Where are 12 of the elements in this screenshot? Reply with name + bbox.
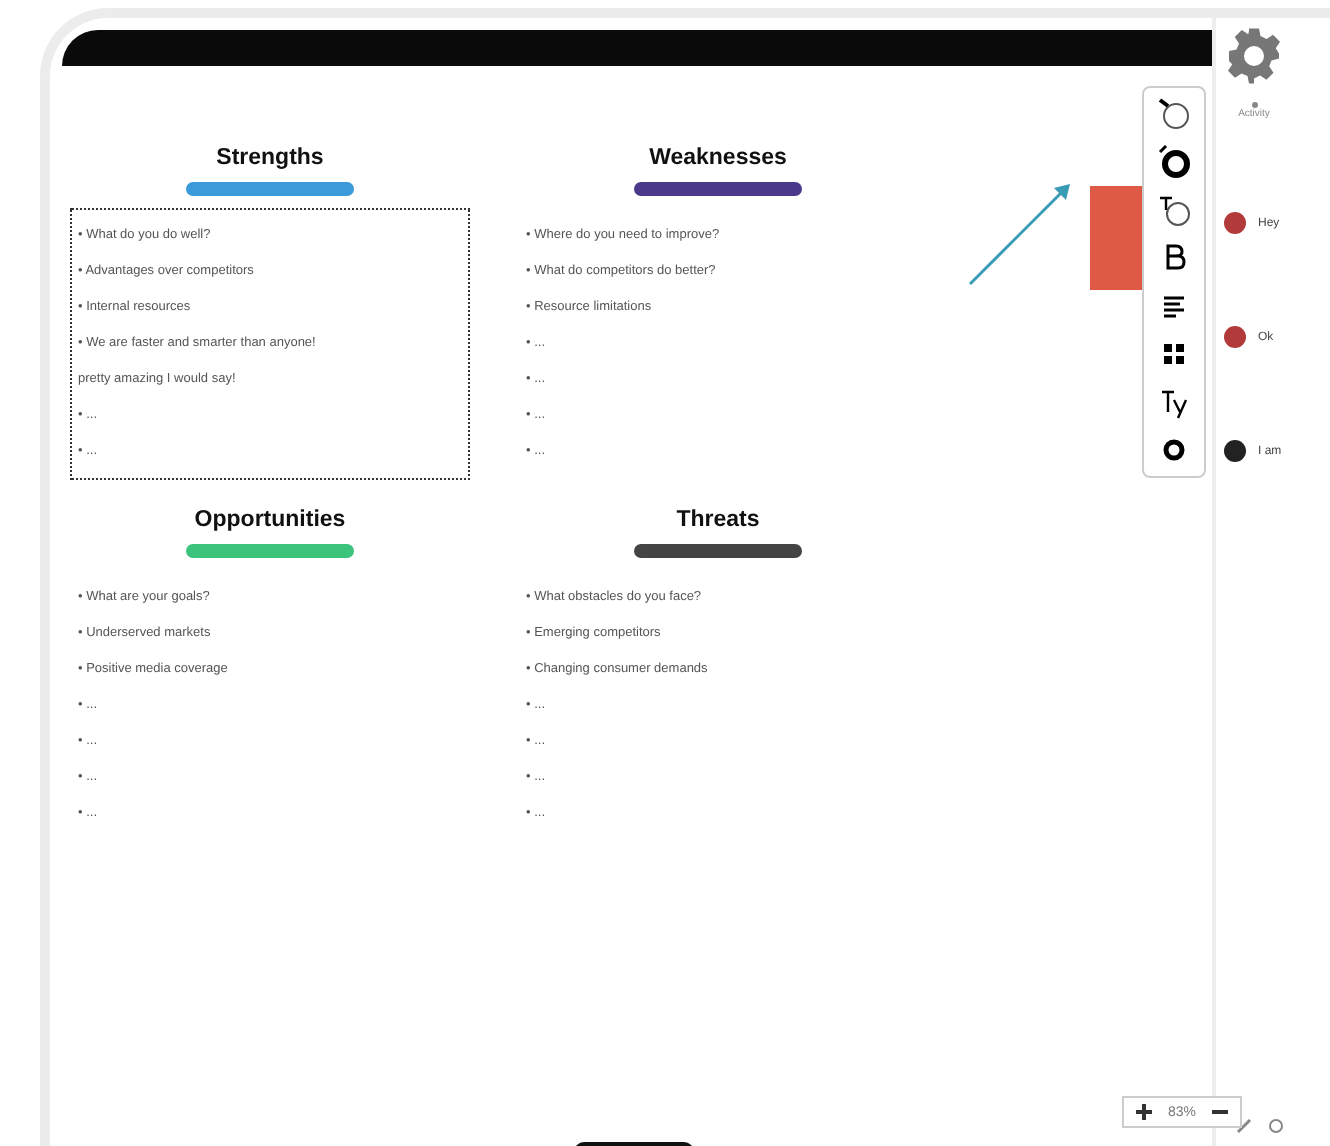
zoom-out-button[interactable] xyxy=(1212,1104,1229,1120)
ring-icon[interactable] xyxy=(1156,144,1192,180)
quadrant-title: Strengths xyxy=(216,146,324,170)
quadrant-title: Weaknesses xyxy=(649,146,787,170)
quadrant-title: Threats xyxy=(676,508,760,532)
pen-circle-icon[interactable] xyxy=(1156,96,1192,132)
dot-icon xyxy=(1251,102,1257,108)
text-circle-icon[interactable] xyxy=(1156,192,1192,228)
quadrant-title: Opportunities xyxy=(194,508,346,532)
settings-icon[interactable] xyxy=(1224,26,1284,86)
zoom-in-button[interactable] xyxy=(1136,1104,1152,1120)
pencil-icon[interactable] xyxy=(1236,1118,1252,1134)
